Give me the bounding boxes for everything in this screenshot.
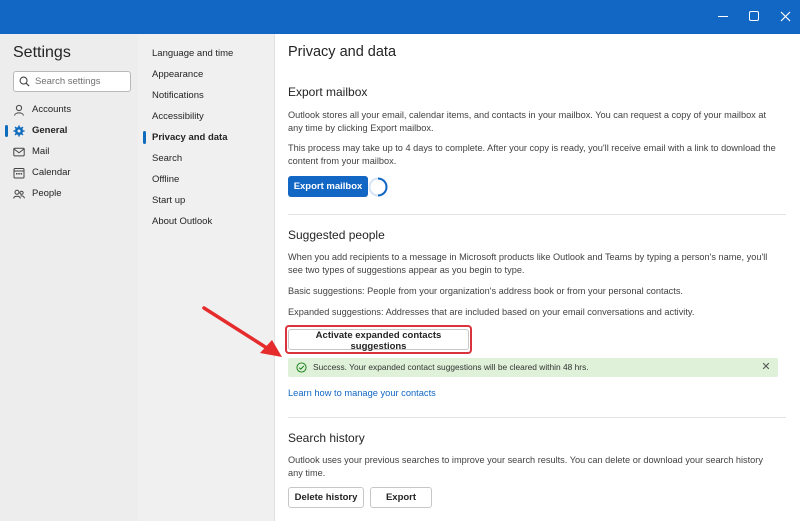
subnav-privacy-and-data[interactable]: Privacy and data <box>138 128 274 148</box>
settings-category-pane: Settings Accounts General Mail Calendar … <box>0 34 138 521</box>
export-mailbox-button[interactable]: Export mailbox <box>288 176 368 197</box>
annotation-highlight-box <box>285 325 472 354</box>
title-bar <box>0 0 800 34</box>
general-subnav: Language and time Appearance Notificatio… <box>138 34 275 521</box>
gear-icon <box>13 125 25 137</box>
person-icon <box>14 104 24 116</box>
settings-window: Settings Accounts General Mail Calendar … <box>0 34 800 521</box>
subnav-search[interactable]: Search <box>138 149 274 169</box>
section-divider <box>288 214 786 215</box>
page-title: Privacy and data <box>288 44 397 60</box>
delete-history-button[interactable]: Delete history <box>288 487 364 508</box>
subnav-label: Accessibility <box>152 111 204 122</box>
active-indicator <box>143 131 146 144</box>
mail-icon <box>13 147 25 157</box>
category-label: General <box>32 125 68 136</box>
subnav-appearance[interactable]: Appearance <box>138 65 274 85</box>
success-message-text: Success. Your expanded contact suggestio… <box>313 362 589 372</box>
maximize-icon[interactable] <box>747 9 761 23</box>
subnav-label: Start up <box>152 195 186 206</box>
category-label: Mail <box>32 146 50 157</box>
section-divider <box>288 417 786 418</box>
export-mailbox-process-note: This process may take up to 4 days to co… <box>288 143 776 166</box>
basic-suggestions-text: Basic suggestions: People from your orga… <box>288 286 683 296</box>
search-history-description: Outlook uses your previous searches to i… <box>288 455 763 478</box>
export-mailbox-description: Outlook stores all your email, calendar … <box>288 110 766 133</box>
subnav-language-and-time[interactable]: Language and time <box>138 44 274 64</box>
privacy-and-data-panel: Privacy and data Export mailbox Outlook … <box>275 34 800 521</box>
subnav-offline[interactable]: Offline <box>138 170 274 190</box>
checkmark-circle-icon <box>296 362 307 373</box>
subnav-label: Privacy and data <box>152 132 228 143</box>
category-mail[interactable]: Mail <box>0 142 138 162</box>
suggested-people-description: When you add recipients to a message in … <box>288 252 768 275</box>
subnav-label: Search <box>152 153 183 164</box>
subnav-label: About Outlook <box>152 216 213 227</box>
category-label: Calendar <box>32 167 71 178</box>
people-icon <box>13 189 25 199</box>
subnav-label: Notifications <box>152 90 204 101</box>
subnav-about-outlook[interactable]: About Outlook <box>138 212 274 232</box>
manage-contacts-link[interactable]: Learn how to manage your contacts <box>288 388 436 398</box>
active-indicator <box>5 125 8 137</box>
annotation-arrow-icon <box>202 306 282 357</box>
search-history-heading: Search history <box>288 431 365 445</box>
search-settings-input[interactable] <box>35 76 131 87</box>
settings-title: Settings <box>13 44 71 61</box>
subnav-label: Language and time <box>152 48 234 59</box>
category-people[interactable]: People <box>0 184 138 204</box>
export-mailbox-heading: Export mailbox <box>288 85 368 99</box>
suggested-people-heading: Suggested people <box>288 228 385 242</box>
minimize-icon[interactable] <box>716 9 730 23</box>
category-accounts[interactable]: Accounts <box>0 100 138 120</box>
category-label: People <box>32 188 62 199</box>
success-message-bar: Success. Your expanded contact suggestio… <box>288 358 778 377</box>
subnav-notifications[interactable]: Notifications <box>138 86 274 106</box>
category-general[interactable]: General <box>0 121 138 141</box>
subnav-accessibility[interactable]: Accessibility <box>138 107 274 127</box>
dismiss-icon[interactable]: ✕ <box>760 361 772 373</box>
search-settings-box[interactable] <box>13 71 131 92</box>
search-icon <box>19 76 30 87</box>
category-label: Accounts <box>32 104 72 115</box>
subnav-start-up[interactable]: Start up <box>138 191 274 211</box>
subnav-label: Offline <box>152 174 180 185</box>
calendar-icon <box>13 168 25 179</box>
subnav-label: Appearance <box>152 69 204 80</box>
expanded-suggestions-text: Expanded suggestions: Addresses that are… <box>288 307 695 317</box>
export-history-button[interactable]: Export <box>370 487 432 508</box>
close-icon[interactable] <box>778 9 792 23</box>
category-calendar[interactable]: Calendar <box>0 163 138 183</box>
loading-spinner-icon <box>368 177 388 197</box>
